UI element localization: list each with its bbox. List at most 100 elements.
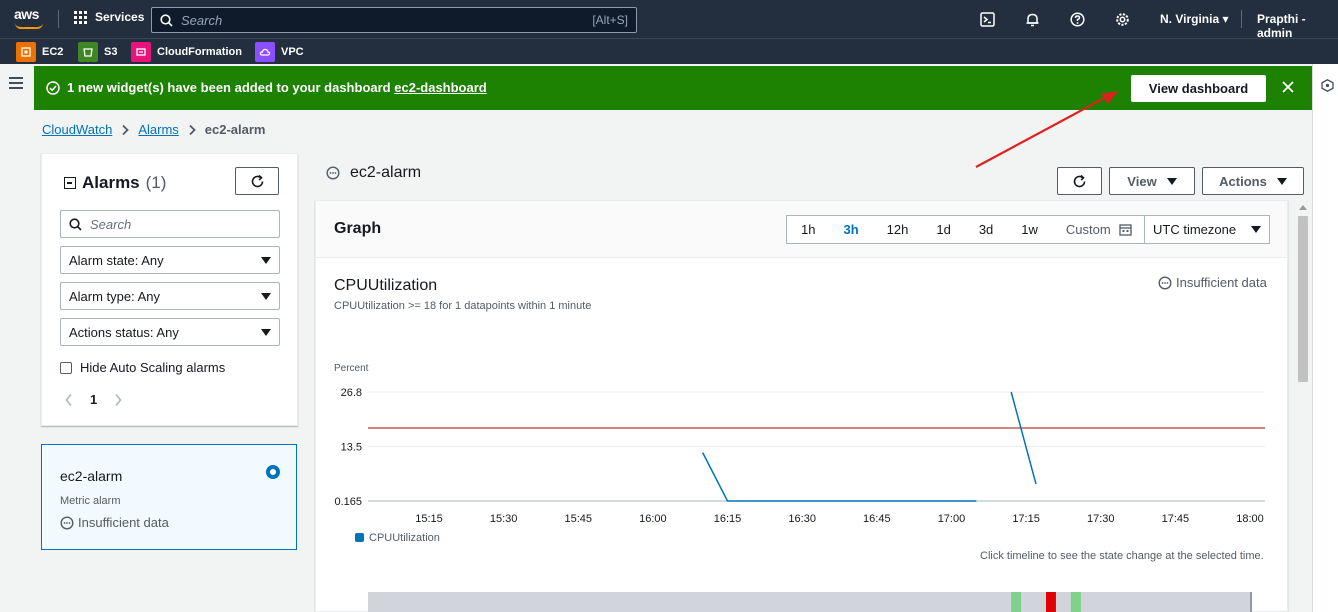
- dashboard-link[interactable]: ec2-dashboard: [394, 80, 486, 95]
- search-icon: [160, 13, 173, 27]
- calendar-icon: [1119, 224, 1132, 236]
- caret-down-icon: [261, 328, 271, 336]
- success-check-icon: [46, 81, 60, 95]
- view-label: View: [1127, 173, 1157, 189]
- range-12h[interactable]: 12h: [873, 222, 923, 237]
- page-scrollbar[interactable]: [1296, 203, 1310, 612]
- flash-message-text: 1 new widget(s) have been added to your …: [67, 80, 391, 95]
- chevron-left-icon[interactable]: [64, 393, 74, 407]
- ec2-icon: [16, 42, 36, 62]
- close-icon[interactable]: [1281, 80, 1295, 94]
- alarm-detail-name: ec2-alarm: [350, 164, 422, 181]
- range-1h[interactable]: 1h: [787, 222, 829, 237]
- services-menu-button[interactable]: Services: [74, 10, 144, 24]
- alarm-search-field[interactable]: [60, 210, 280, 238]
- custom-label: Custom: [1065, 222, 1111, 237]
- graph-header: Graph 1h 3h 12h 1d 3d 1w Custom UTC time…: [316, 201, 1287, 258]
- timezone-select[interactable]: UTC timezone: [1144, 215, 1270, 244]
- search-input[interactable]: [181, 12, 593, 28]
- favorite-vpc[interactable]: VPC: [255, 42, 304, 62]
- favorite-label: VPC: [281, 46, 304, 58]
- timezone-value: UTC timezone: [1153, 222, 1237, 237]
- alarm-card-type: Metric alarm: [60, 495, 121, 507]
- hide-autoscaling-label: Hide Auto Scaling alarms: [80, 360, 226, 375]
- refresh-detail-button[interactable]: [1057, 167, 1102, 195]
- alarm-card-state: Insufficient data: [60, 515, 169, 530]
- range-custom[interactable]: Custom: [1052, 222, 1132, 237]
- favorite-ec2[interactable]: EC2: [16, 42, 63, 62]
- favorite-s3[interactable]: S3: [78, 42, 117, 62]
- menu-hamburger-icon[interactable]: [9, 77, 23, 89]
- refresh-icon: [1073, 174, 1086, 187]
- notifications-bell-icon[interactable]: [1024, 11, 1040, 27]
- favorite-cloudformation[interactable]: CloudFormation: [131, 42, 242, 62]
- account-menu[interactable]: Prapthi - admin: [1257, 12, 1338, 40]
- alarm-state-value: Alarm state: Any: [69, 252, 164, 268]
- aws-smile-icon: [15, 23, 43, 29]
- insufficient-data-icon: [326, 166, 340, 180]
- favorite-label: EC2: [42, 46, 64, 58]
- global-search[interactable]: [Alt+S]: [151, 7, 637, 33]
- refresh-alarms-button[interactable]: [235, 167, 279, 195]
- timeline-state-block[interactable]: [1045, 592, 1056, 612]
- view-dashboard-button[interactable]: View dashboard: [1131, 75, 1266, 102]
- x-tick-label: 17:30: [1087, 513, 1115, 525]
- favorite-label: CloudFormation: [157, 46, 242, 58]
- hide-autoscaling-checkbox[interactable]: [60, 361, 72, 374]
- alarm-state-select[interactable]: Alarm state: Any: [60, 246, 280, 274]
- settings-gear-icon[interactable]: [1114, 11, 1130, 27]
- scrollbar-thumb[interactable]: [1298, 216, 1308, 382]
- alarms-count: (1): [145, 173, 167, 192]
- time-range-selector: 1h 3h 12h 1d 3d 1w Custom: [786, 215, 1144, 244]
- actions-status-select[interactable]: Actions status: Any: [60, 318, 280, 346]
- info-panel-icon[interactable]: [1321, 79, 1334, 92]
- cpu-utilization-chart[interactable]: Percent 26.8 13.5 0.165 15:15 15:30 15:45 16:00…: [316, 356, 1287, 546]
- view-dropdown-button[interactable]: View: [1109, 167, 1195, 195]
- range-3h[interactable]: 3h: [829, 222, 872, 237]
- range-3d[interactable]: 3d: [965, 222, 1007, 237]
- x-tick-label: 17:15: [1012, 513, 1040, 525]
- hide-autoscaling-row[interactable]: Hide Auto Scaling alarms: [60, 360, 225, 375]
- favorite-label: S3: [104, 46, 118, 58]
- caret-down-icon: [1276, 177, 1287, 185]
- metric-title: CPUUtilization: [334, 277, 438, 294]
- caret-down-icon: [261, 292, 271, 300]
- actions-dropdown-button[interactable]: Actions: [1202, 167, 1304, 195]
- chevron-right-icon[interactable]: [113, 393, 123, 407]
- alarm-type-select[interactable]: Alarm type: Any: [60, 282, 280, 310]
- state-timeline[interactable]: [368, 592, 1252, 612]
- breadcrumb-cloudwatch[interactable]: CloudWatch: [42, 122, 112, 137]
- left-rail: [0, 64, 34, 612]
- refresh-icon: [251, 174, 263, 187]
- scroll-up-icon[interactable]: [1299, 205, 1307, 210]
- x-tick-label: 15:15: [415, 513, 443, 525]
- current-page[interactable]: 1: [90, 392, 97, 407]
- y-tick-label: 0.165: [334, 496, 362, 508]
- help-icon[interactable]: [1069, 11, 1085, 27]
- timeline-state-block[interactable]: [1011, 592, 1022, 612]
- nav-divider: [58, 10, 59, 28]
- collapse-icon[interactable]: [64, 177, 76, 189]
- actions-status-value: Actions status: Any: [69, 324, 179, 340]
- x-tick-label: 16:45: [863, 513, 891, 525]
- region-selector[interactable]: N. Virginia ▾: [1160, 12, 1229, 26]
- x-tick-label: 15:30: [490, 513, 518, 525]
- aws-logo[interactable]: aws: [14, 6, 46, 32]
- range-1d[interactable]: 1d: [922, 222, 964, 237]
- breadcrumb-alarms[interactable]: Alarms: [138, 122, 178, 137]
- pagination: 1: [64, 392, 123, 407]
- cloudformation-icon: [131, 42, 151, 62]
- x-tick-label: 16:00: [639, 513, 667, 525]
- timeline-state-block[interactable]: [1070, 592, 1081, 612]
- region-label: N. Virginia: [1160, 12, 1220, 26]
- alarm-card-state-text: Insufficient data: [78, 515, 169, 530]
- graph-panel: Graph 1h 3h 12h 1d 3d 1w Custom UTC time…: [315, 200, 1288, 612]
- y-axis-label: Percent: [334, 363, 369, 374]
- alarm-select-radio[interactable]: [266, 465, 280, 479]
- services-label: Services: [95, 10, 145, 24]
- range-1w[interactable]: 1w: [1007, 222, 1052, 237]
- alarm-search-input[interactable]: [90, 216, 271, 232]
- alarm-card[interactable]: ec2-alarm Metric alarm Insufficient data: [41, 444, 297, 550]
- alarm-card-name: ec2-alarm: [60, 468, 123, 484]
- cloudshell-icon[interactable]: [979, 11, 995, 27]
